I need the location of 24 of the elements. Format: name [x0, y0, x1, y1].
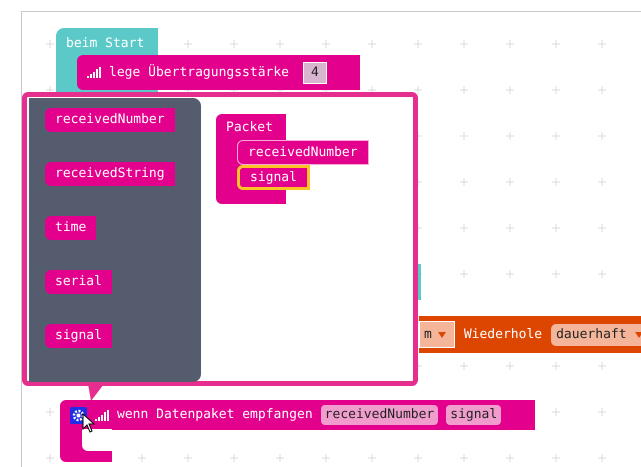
- radio-event-block[interactable]: wenn Datenpaket empfangen receivedNumber signal: [60, 400, 535, 430]
- dropdown-field[interactable]: dauerhaft: [551, 324, 641, 346]
- variable-block[interactable]: signal: [45, 324, 112, 348]
- variable-block[interactable]: time: [45, 216, 96, 240]
- mouse-cursor-icon: [82, 413, 95, 433]
- block-label: lege Übertragungsstärke: [109, 63, 290, 82]
- dropdown-field[interactable]: m: [419, 321, 455, 348]
- number-input[interactable]: 4: [303, 62, 327, 84]
- block-label: Wiederhole: [464, 326, 542, 344]
- parameter-pill[interactable]: receivedNumber: [320, 405, 438, 425]
- block-body: [60, 429, 112, 462]
- signal-bars-icon: [87, 67, 101, 78]
- variable-block[interactable]: serial: [45, 270, 112, 294]
- variable-block[interactable]: receivedNumber: [45, 108, 175, 132]
- block-label: wenn Datenpaket empfangen: [117, 406, 313, 424]
- parameter-pill[interactable]: signal: [446, 405, 502, 425]
- variable-block[interactable]: receivedString: [45, 162, 175, 186]
- radio-power-block[interactable]: lege Übertragungsstärke 4: [77, 55, 360, 90]
- param-block[interactable]: receivedNumber: [237, 140, 369, 165]
- caret-icon: [634, 332, 641, 338]
- caret-icon: [438, 332, 446, 338]
- param-block[interactable]: signal: [237, 165, 310, 190]
- signal-bars-icon: [95, 410, 109, 420]
- loop-block[interactable]: m Wiederhole dauerhaft: [419, 316, 641, 353]
